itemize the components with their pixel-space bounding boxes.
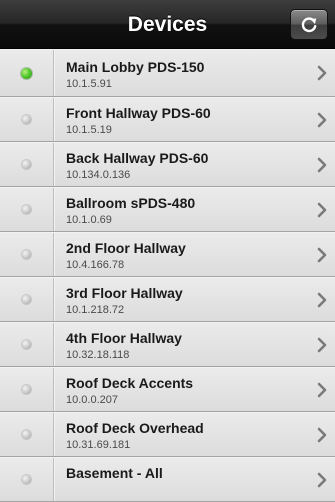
page-title: Devices [127, 13, 208, 36]
chevron-right-icon [317, 202, 327, 217]
status-cell [0, 188, 54, 231]
device-row-roof-deck-accents[interactable]: Roof Deck Accents 10.0.0.207 [0, 367, 335, 412]
chevron-right-icon [317, 157, 327, 172]
device-name: Roof Deck Accents [66, 375, 194, 391]
device-ip: 10.0.0.207 [66, 394, 118, 406]
status-cell [0, 143, 54, 186]
device-ip: 10.1.5.19 [66, 124, 112, 136]
status-offline-icon [22, 295, 31, 304]
device-row-back-hallway[interactable]: Back Hallway PDS-60 10.134.0.136 [0, 142, 335, 187]
device-list: Main Lobby PDS-150 10.1.5.91 Front Hallw… [0, 49, 335, 502]
status-offline-icon [22, 160, 31, 169]
device-name: Back Hallway PDS-60 [66, 150, 209, 166]
device-ip: 10.4.166.78 [66, 259, 125, 271]
status-offline-icon [22, 385, 31, 394]
device-row-basement[interactable]: Basement - All [0, 457, 335, 502]
chevron-right-icon [317, 247, 327, 262]
status-cell [0, 323, 54, 366]
device-ip: 10.31.69.181 [66, 439, 131, 451]
chevron-right-icon [317, 472, 327, 487]
chevron-right-icon [317, 292, 327, 307]
device-row-3rd-floor[interactable]: 3rd Floor Hallway 10.1.218.72 [0, 277, 335, 322]
device-row-4th-floor[interactable]: 4th Floor Hallway 10.32.18.118 [0, 322, 335, 367]
device-row-main-lobby[interactable]: Main Lobby PDS-150 10.1.5.91 [0, 49, 335, 97]
status-offline-icon [22, 205, 31, 214]
status-cell [0, 278, 54, 321]
device-row-2nd-floor[interactable]: 2nd Floor Hallway 10.4.166.78 [0, 232, 335, 277]
status-cell [0, 413, 54, 456]
status-cell [0, 233, 54, 276]
device-name: Ballroom sPDS-480 [66, 195, 196, 211]
chevron-right-icon [317, 382, 327, 397]
status-online-icon [21, 67, 32, 79]
refresh-icon [301, 16, 317, 32]
status-cell [0, 458, 54, 501]
device-name: Roof Deck Overhead [66, 420, 204, 436]
status-offline-icon [22, 475, 31, 484]
device-ip: 10.32.18.118 [66, 349, 130, 361]
status-offline-icon [22, 340, 31, 349]
chevron-right-icon [317, 65, 327, 81]
device-row-roof-deck-overhead[interactable]: Roof Deck Overhead 10.31.69.181 [0, 412, 335, 457]
device-row-ballroom[interactable]: Ballroom sPDS-480 10.1.0.69 [0, 187, 335, 232]
chevron-right-icon [317, 337, 327, 352]
device-row-front-hallway[interactable]: Front Hallway PDS-60 10.1.5.19 [0, 97, 335, 142]
device-ip: 10.1.218.72 [66, 304, 125, 316]
device-name: Main Lobby PDS-150 [66, 59, 205, 75]
device-name: 4th Floor Hallway [66, 330, 182, 346]
status-offline-icon [22, 115, 31, 124]
refresh-button[interactable] [290, 9, 328, 40]
device-name: Front Hallway PDS-60 [66, 105, 211, 121]
device-name: Basement - All [66, 465, 163, 481]
chevron-right-icon [317, 112, 327, 127]
status-offline-icon [22, 250, 31, 259]
status-offline-icon [22, 430, 31, 439]
chevron-right-icon [317, 427, 327, 442]
status-cell [0, 98, 54, 141]
device-ip: 10.1.0.69 [66, 214, 112, 226]
status-cell [0, 368, 54, 411]
navigation-bar: Devices [0, 0, 335, 49]
device-name: 3rd Floor Hallway [66, 285, 183, 301]
device-ip: 10.134.0.136 [66, 169, 131, 181]
status-cell [0, 50, 54, 96]
device-name: 2nd Floor Hallway [66, 240, 186, 256]
device-ip: 10.1.5.91 [66, 78, 112, 90]
